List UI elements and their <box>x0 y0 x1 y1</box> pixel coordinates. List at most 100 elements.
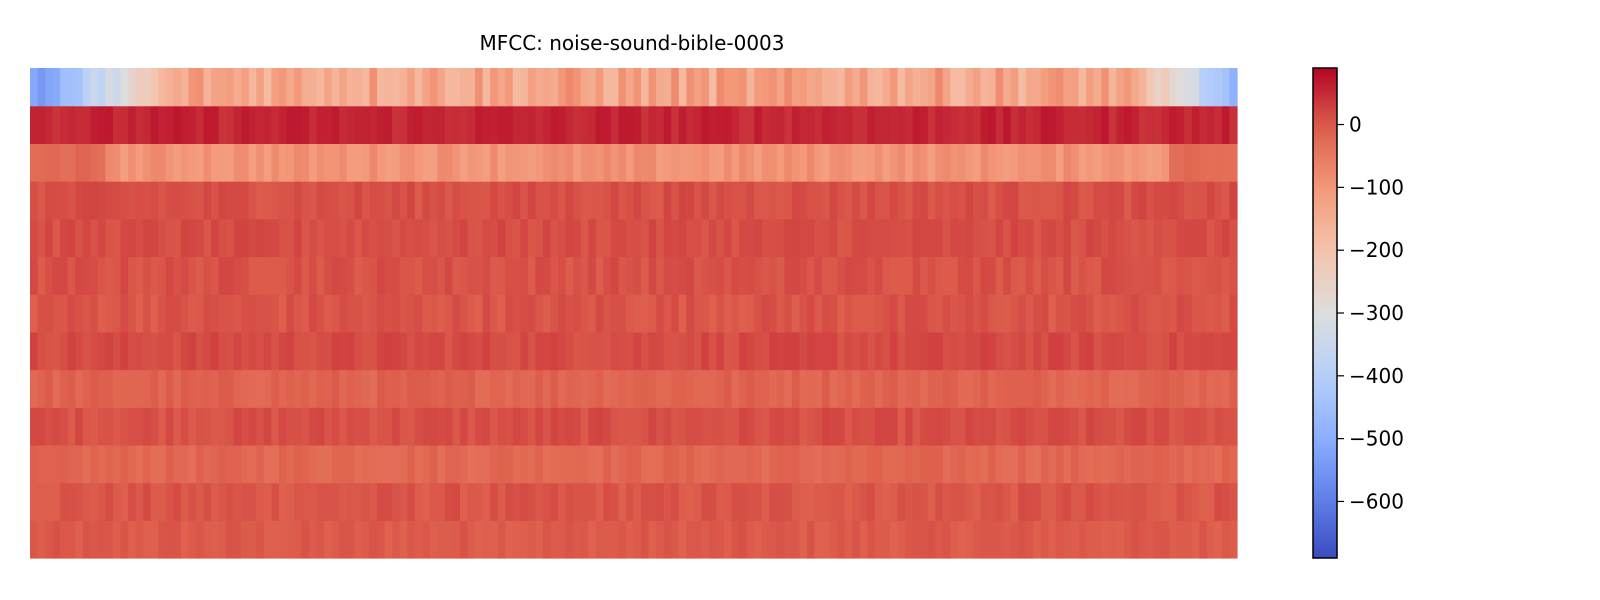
heatmap-cell <box>444 331 454 371</box>
heatmap-cell <box>724 105 733 144</box>
heatmap-cell <box>663 482 672 521</box>
heatmap-cell <box>859 256 868 295</box>
heatmap-cell <box>1025 482 1034 521</box>
heatmap-cell <box>1033 143 1042 182</box>
heatmap-cell <box>603 369 612 408</box>
heatmap-cell <box>965 181 974 220</box>
heatmap-cell <box>565 68 574 107</box>
heatmap-cell <box>188 444 197 484</box>
heatmap-cell <box>814 105 823 144</box>
heatmap-cell <box>294 181 303 220</box>
heatmap-cell <box>135 520 144 559</box>
heatmap-cell <box>1199 294 1208 333</box>
heatmap-cell <box>1214 218 1223 258</box>
heatmap-cell <box>807 68 816 107</box>
heatmap-cell <box>52 105 61 144</box>
heatmap-cell <box>859 482 868 521</box>
heatmap-cell <box>1138 444 1148 484</box>
heatmap-cell <box>1221 143 1231 182</box>
heatmap-cell <box>1214 294 1223 333</box>
heatmap-cell <box>844 369 853 408</box>
heatmap-cell <box>799 105 808 144</box>
heatmap-cell <box>535 331 544 371</box>
heatmap-cell <box>1078 444 1087 484</box>
heatmap-cell <box>648 143 657 182</box>
heatmap-cell <box>459 105 469 144</box>
heatmap-cell <box>467 331 476 371</box>
heatmap-cell <box>739 444 748 484</box>
heatmap-cell <box>407 181 416 220</box>
heatmap-cell <box>1093 444 1102 484</box>
heatmap-cell <box>482 369 491 408</box>
heatmap-cell <box>241 331 250 371</box>
heatmap-cell <box>1040 218 1049 258</box>
heatmap-cell <box>278 520 288 559</box>
heatmap-cell <box>844 331 853 371</box>
heatmap-cell <box>588 444 597 484</box>
heatmap-cell <box>648 407 657 446</box>
heatmap-cell <box>384 218 393 258</box>
heatmap-cell <box>1146 294 1155 333</box>
heatmap-cell <box>105 407 114 446</box>
heatmap-cell <box>233 407 242 446</box>
heatmap-cell <box>769 218 778 258</box>
heatmap-cell <box>459 444 469 484</box>
heatmap-cell <box>603 143 612 182</box>
heatmap-cell <box>422 520 431 559</box>
heatmap-cell <box>218 68 227 107</box>
heatmap-cell <box>459 181 469 220</box>
heatmap-cell <box>82 143 91 182</box>
heatmap-cell <box>331 444 340 484</box>
heatmap-cell <box>384 482 393 521</box>
heatmap-cell <box>497 407 506 446</box>
heatmap-cell <box>195 256 205 295</box>
heatmap-cell <box>30 181 39 220</box>
heatmap-cell <box>542 218 552 258</box>
heatmap-cell <box>165 256 174 295</box>
heatmap-cell <box>769 331 778 371</box>
heatmap-cell <box>354 407 363 446</box>
heatmap-cell <box>920 256 929 295</box>
heatmap-cell <box>942 256 951 295</box>
heatmap-cell <box>1206 105 1215 144</box>
heatmap-cell <box>852 407 861 446</box>
heatmap-cell <box>1229 407 1238 446</box>
heatmap-cell <box>988 407 997 446</box>
heatmap-cell <box>1003 143 1012 182</box>
heatmap-cell <box>837 105 846 144</box>
heatmap-cell <box>1086 181 1095 220</box>
heatmap-cell <box>988 331 997 371</box>
heatmap-cell <box>618 181 627 220</box>
heatmap-cell <box>263 407 272 446</box>
heatmap-cell <box>188 407 197 446</box>
heatmap-cell <box>1078 407 1087 446</box>
heatmap-cell <box>595 218 604 258</box>
heatmap-cell <box>595 143 604 182</box>
heatmap-cell <box>1003 444 1012 484</box>
heatmap-cell <box>437 444 446 484</box>
heatmap-cell <box>716 369 725 408</box>
heatmap-cell <box>852 68 861 107</box>
heatmap-cell <box>708 105 718 144</box>
heatmap-cell <box>648 256 657 295</box>
heatmap-cell <box>1055 181 1065 220</box>
heatmap-cell <box>746 520 755 559</box>
heatmap-cell <box>610 143 620 182</box>
heatmap-cell <box>701 482 710 521</box>
heatmap-cell <box>90 218 99 258</box>
heatmap-cell <box>1131 520 1140 559</box>
heatmap-cell <box>1199 181 1208 220</box>
heatmap-cell <box>1229 294 1238 333</box>
heatmap-cell <box>1146 369 1155 408</box>
heatmap-cell <box>444 520 454 559</box>
heatmap-cell <box>377 407 386 446</box>
heatmap-cell <box>248 444 257 484</box>
heatmap-cell <box>912 105 921 144</box>
heatmap-cell <box>1146 407 1155 446</box>
heatmap-cell <box>573 294 582 333</box>
heatmap-cell <box>233 218 242 258</box>
heatmap-cell <box>369 294 378 333</box>
heatmap-cell <box>490 105 499 144</box>
heatmap-cell <box>1176 444 1185 484</box>
colorbar: 0−100−200−300−400−500−600 <box>1312 67 1404 559</box>
